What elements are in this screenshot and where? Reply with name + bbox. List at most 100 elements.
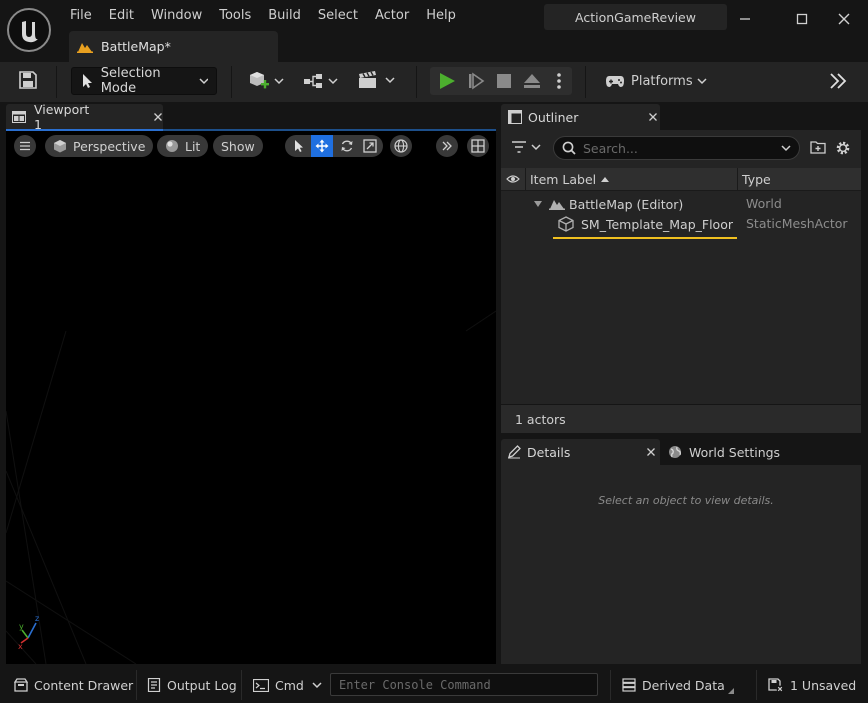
hamburger-icon — [20, 141, 30, 151]
derived-data-button[interactable]: Derived Data — [622, 673, 725, 697]
viewport-layout-button[interactable] — [467, 135, 489, 157]
console-command-input[interactable] — [330, 673, 598, 696]
derived-data-label: Derived Data — [642, 677, 725, 693]
outliner-tab-label: Outliner — [528, 109, 579, 125]
translate-tool-button[interactable] — [311, 135, 333, 157]
save-icon — [19, 71, 37, 89]
cinematics-button[interactable] — [357, 70, 395, 90]
type-column[interactable]: Type — [738, 168, 861, 191]
axis-gizmo-icon: z y x — [16, 612, 46, 650]
outliner-settings-button[interactable] — [835, 140, 851, 156]
maximize-icon — [796, 13, 808, 25]
viewport-grid — [6, 310, 496, 664]
output-log-button[interactable]: Output Log — [147, 673, 237, 697]
statusbar-separator — [136, 670, 137, 700]
level-viewport[interactable] — [6, 131, 496, 664]
cmd-dropdown[interactable]: Cmd — [253, 673, 322, 697]
outliner-tab[interactable]: Outliner — [501, 104, 660, 130]
blueprint-icon — [304, 74, 322, 88]
menu-build[interactable]: Build — [268, 8, 311, 23]
svg-text:y: y — [19, 622, 24, 631]
viewport-tab[interactable]: Viewport 1 — [6, 102, 163, 132]
eject-button[interactable] — [523, 72, 541, 90]
lit-label: Lit — [185, 138, 201, 154]
resize-grip-icon — [728, 688, 734, 694]
chevron-down-icon — [274, 78, 284, 85]
outliner-filter-button[interactable] — [511, 140, 541, 154]
selection-cursor-icon — [83, 74, 92, 88]
play-button[interactable] — [438, 71, 456, 91]
item-label-column[interactable]: Item Label — [526, 167, 738, 191]
platforms-dropdown[interactable]: Platforms — [599, 67, 713, 95]
unreal-logo-icon[interactable] — [7, 8, 51, 52]
scale-icon — [363, 139, 377, 153]
menu-select[interactable]: Select — [318, 8, 368, 23]
world-settings-tab[interactable]: World Settings — [662, 439, 822, 465]
save-button[interactable] — [18, 70, 38, 90]
level-tab[interactable]: BattleMap* — [69, 31, 278, 62]
unsaved-button[interactable]: 1 Unsaved — [768, 673, 856, 697]
viewport-options-button[interactable] — [14, 135, 36, 157]
show-button[interactable]: Show — [213, 135, 263, 157]
terminal-icon — [253, 678, 269, 692]
select-tool-button[interactable] — [288, 135, 310, 157]
close-icon[interactable] — [646, 447, 656, 457]
viewport-toolbar-overflow-button[interactable] — [436, 135, 458, 157]
globe-icon — [394, 139, 408, 153]
scale-tool-button[interactable] — [359, 135, 381, 157]
view-mode-button[interactable]: Lit — [157, 135, 209, 157]
visibility-column[interactable] — [501, 167, 526, 191]
chevron-down-icon[interactable] — [781, 144, 791, 152]
stop-button[interactable] — [496, 73, 512, 89]
outliner-column-header: Item Label Type — [501, 167, 861, 191]
tree-row-floor[interactable]: SM_Template_Map_Floor — [558, 215, 733, 233]
expand-arrow-icon[interactable] — [533, 200, 543, 208]
content-drawer-button[interactable]: Content Drawer — [14, 673, 133, 697]
static-mesh-icon — [558, 216, 574, 232]
play-options-button[interactable] — [555, 71, 563, 91]
minimize-button[interactable] — [730, 6, 760, 32]
close-icon[interactable] — [648, 112, 658, 122]
close-window-button[interactable] — [829, 6, 859, 32]
tree-row-world[interactable]: BattleMap (Editor) — [533, 195, 683, 213]
gamepad-icon — [606, 76, 624, 87]
selection-mode-label: Selection Mode — [100, 66, 161, 96]
rotate-tool-button[interactable] — [336, 135, 358, 157]
unsaved-files-icon — [768, 678, 784, 693]
double-chevron-right-icon — [830, 73, 847, 89]
menu-actor[interactable]: Actor — [375, 8, 419, 23]
menu-file[interactable]: File — [70, 8, 102, 23]
selection-mode-dropdown[interactable]: Selection Mode — [71, 66, 217, 96]
details-tab[interactable]: Details — [501, 439, 660, 465]
world-settings-label: World Settings — [689, 444, 781, 460]
menu-bar: File Edit Window Tools Build Select Acto… — [70, 4, 473, 26]
close-icon[interactable] — [153, 112, 163, 122]
menu-tools[interactable]: Tools — [219, 8, 261, 23]
eject-icon — [524, 74, 540, 88]
svg-text:z: z — [35, 614, 39, 623]
perspective-button[interactable]: Perspective — [45, 135, 154, 157]
advance-frame-button[interactable] — [467, 72, 485, 90]
toolbar-overflow-button[interactable] — [829, 72, 847, 90]
menu-window[interactable]: Window — [151, 8, 212, 23]
minimize-icon — [740, 18, 750, 20]
gear-icon — [836, 141, 850, 155]
actor-count: 1 actors — [515, 411, 566, 427]
coordinate-system-button[interactable] — [390, 135, 412, 157]
details-empty-message: Select an object to view details. — [598, 494, 774, 507]
outliner-search-input[interactable] — [583, 140, 773, 156]
play-icon — [440, 73, 455, 89]
add-folder-icon — [810, 141, 826, 154]
blueprints-button[interactable] — [303, 71, 338, 91]
add-folder-button[interactable] — [810, 140, 826, 154]
toolbar-separator — [231, 66, 232, 98]
outliner-search[interactable] — [553, 136, 800, 160]
add-actor-button[interactable] — [247, 70, 284, 92]
content-drawer-label: Content Drawer — [34, 677, 134, 693]
move-arrows-icon — [315, 139, 329, 153]
menu-help[interactable]: Help — [426, 8, 466, 23]
maximize-button[interactable] — [787, 6, 817, 32]
menu-edit[interactable]: Edit — [109, 8, 144, 23]
details-tab-label: Details — [527, 444, 571, 460]
svg-text:x: x — [18, 642, 23, 650]
